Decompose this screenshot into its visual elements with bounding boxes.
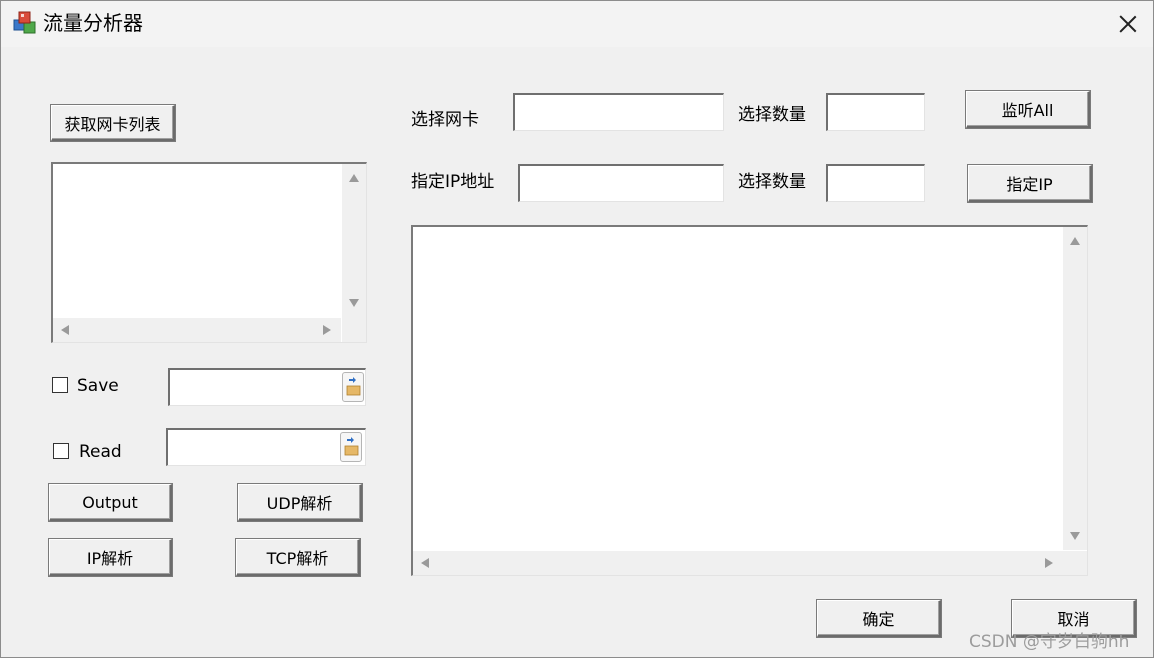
scroll-corner (1063, 551, 1087, 575)
select-nic-input[interactable] (513, 93, 724, 131)
save-path-input[interactable] (168, 368, 366, 406)
tcp-parse-button[interactable]: TCP解析 (236, 539, 360, 576)
scroll-up-icon[interactable] (349, 174, 359, 182)
output-button[interactable]: Output (49, 484, 172, 521)
folder-browse-icon (346, 377, 361, 396)
save-label: Save (77, 376, 119, 396)
packages-app-icon (13, 11, 36, 34)
scroll-left-icon[interactable] (421, 558, 429, 568)
close-icon[interactable] (1115, 11, 1141, 37)
ok-button[interactable]: 确定 (817, 600, 941, 637)
specify-ip-button[interactable]: 指定IP (968, 165, 1092, 202)
select-count-input-2[interactable] (826, 164, 925, 202)
select-count-label-1: 选择数量 (738, 105, 806, 125)
save-browse-button[interactable] (342, 372, 364, 402)
folder-browse-icon (344, 437, 359, 456)
output-horizontal-scrollbar[interactable] (413, 551, 1064, 575)
csdn-watermark: CSDN @守岁白驹hh (969, 632, 1130, 652)
read-path-input[interactable] (166, 428, 366, 466)
scroll-down-icon[interactable] (1070, 532, 1080, 540)
select-count-label-2: 选择数量 (738, 172, 806, 192)
window-title: 流量分析器 (43, 11, 143, 35)
udp-parse-button[interactable]: UDP解析 (238, 484, 362, 521)
ip-address-label: 指定IP地址 (411, 172, 495, 192)
packet-output-box[interactable] (411, 225, 1088, 576)
scroll-down-icon[interactable] (349, 299, 359, 307)
nic-list-vertical-scrollbar[interactable] (342, 164, 366, 319)
read-checkbox[interactable] (53, 443, 69, 459)
title-bar[interactable]: 流量分析器 (1, 1, 1153, 47)
scroll-up-icon[interactable] (1070, 237, 1080, 245)
read-browse-button[interactable] (340, 432, 362, 462)
listen-all-button[interactable]: 监听All (966, 91, 1090, 128)
save-checkbox[interactable] (52, 377, 68, 393)
read-label: Read (79, 442, 122, 462)
scroll-right-icon[interactable] (323, 325, 331, 335)
nic-list-box[interactable] (51, 162, 367, 343)
get-nic-list-button[interactable]: 获取网卡列表 (51, 105, 175, 141)
select-count-input-1[interactable] (826, 93, 925, 131)
ip-parse-button[interactable]: IP解析 (49, 539, 172, 576)
scroll-corner (342, 318, 366, 342)
ip-address-input[interactable] (518, 164, 724, 202)
scroll-right-icon[interactable] (1045, 558, 1053, 568)
output-vertical-scrollbar[interactable] (1063, 227, 1087, 550)
nic-list-horizontal-scrollbar[interactable] (53, 318, 341, 342)
scroll-left-icon[interactable] (61, 325, 69, 335)
dialog-window: 流量分析器 获取网卡列表 Save Read Output UDP解析 IP解析 (0, 0, 1154, 658)
select-nic-label: 选择网卡 (411, 110, 479, 130)
